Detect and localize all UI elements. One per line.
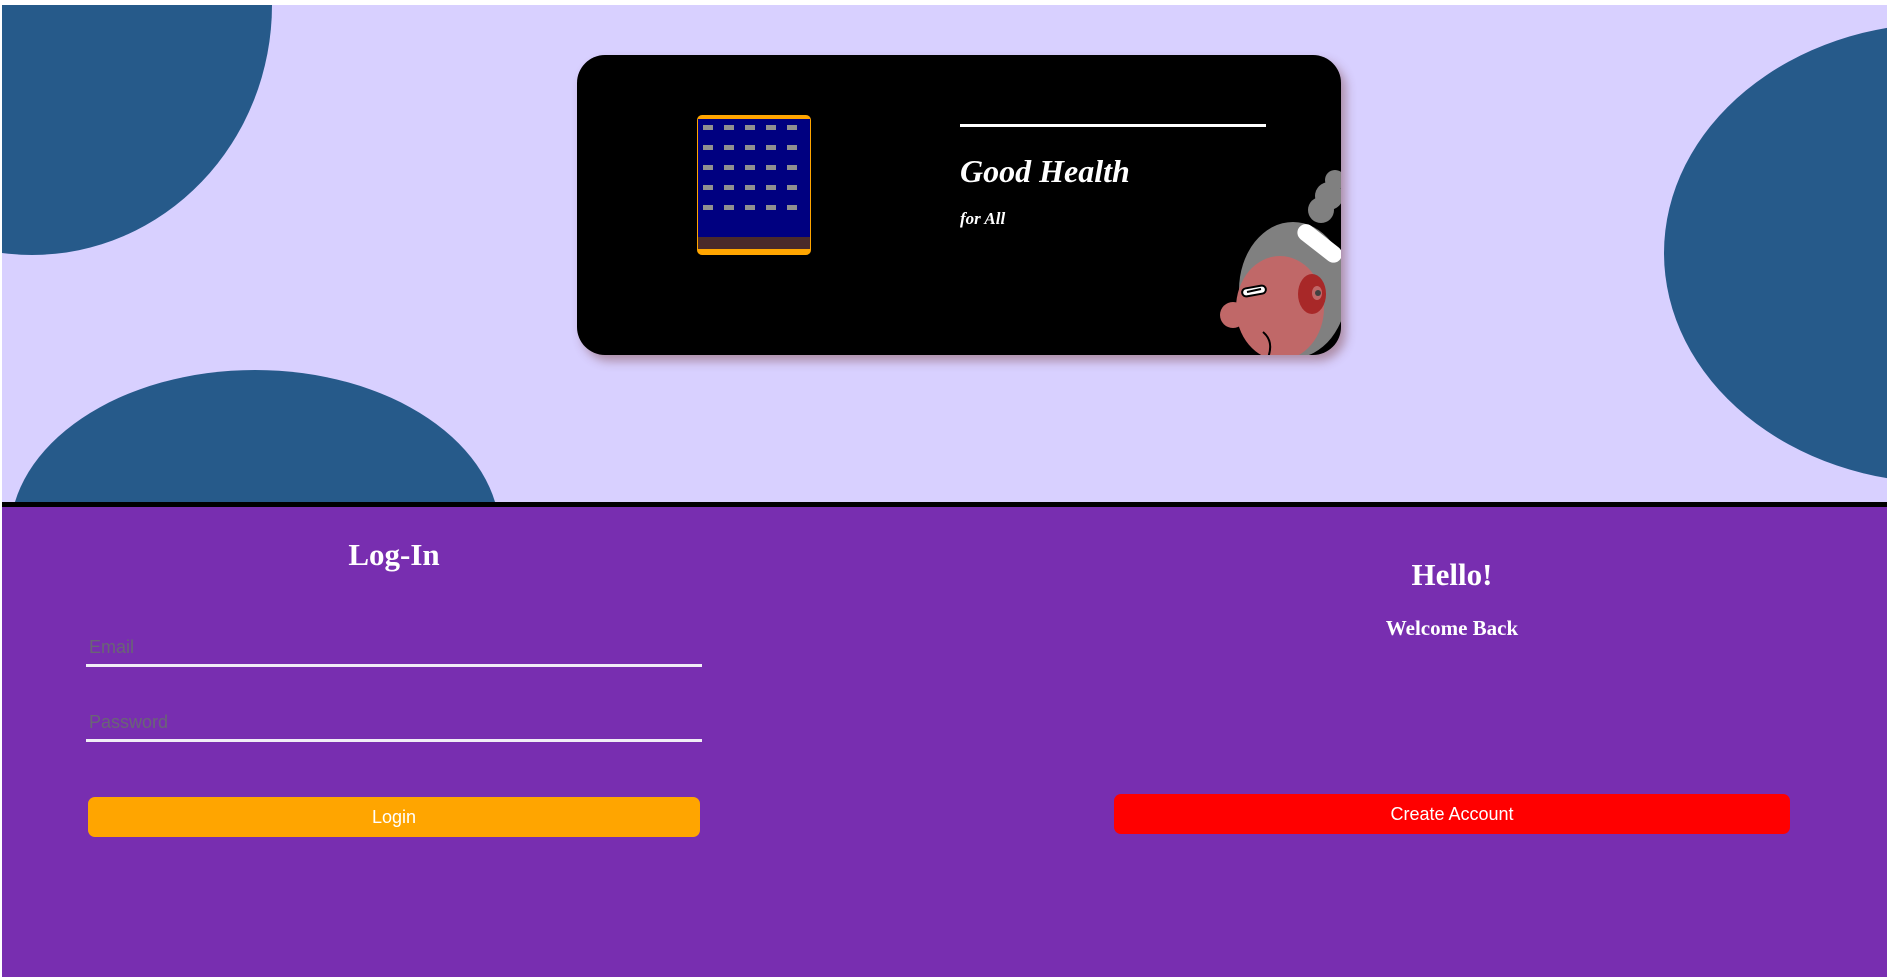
banner-subtitle: for All bbox=[960, 209, 1006, 228]
hero-section: Good Health for All bbox=[2, 5, 1887, 502]
banner: Good Health for All bbox=[577, 55, 1341, 355]
decorative-blob-top-left bbox=[2, 5, 272, 255]
building-icon bbox=[697, 115, 811, 255]
decorative-blob-right bbox=[1664, 23, 1887, 483]
decorative-blob-bottom-left bbox=[10, 370, 500, 502]
banner-title: Good Health bbox=[960, 153, 1130, 189]
create-account-button[interactable]: Create Account bbox=[1114, 794, 1790, 834]
password-input[interactable] bbox=[86, 706, 702, 742]
login-button[interactable]: Login bbox=[88, 797, 700, 837]
login-section: Log-In Login Hello! Welcome Back Create … bbox=[2, 507, 1887, 977]
welcome-back-text: Welcome Back bbox=[1385, 616, 1519, 640]
login-heading: Log-In bbox=[348, 537, 440, 572]
banner-divider-line bbox=[960, 124, 1266, 127]
person-illustration bbox=[1220, 170, 1341, 355]
hello-heading: Hello! bbox=[1411, 557, 1493, 592]
email-input[interactable] bbox=[86, 631, 702, 667]
page: Good Health for All Log-In Email Login H… bbox=[0, 0, 1887, 977]
